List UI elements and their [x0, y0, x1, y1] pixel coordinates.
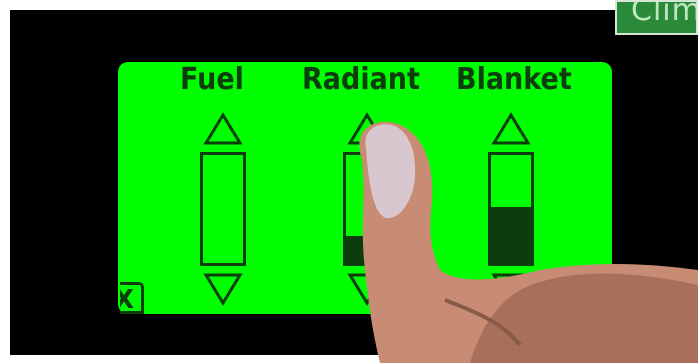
radiant-label: Radiant [302, 62, 420, 97]
photo-frame: Clim Fuel Radiant Blanket [0, 0, 698, 363]
blanket-level-fill [491, 206, 531, 263]
climate-button-label: Clim [631, 0, 698, 28]
radiant-down-arrow-icon[interactable] [347, 272, 387, 306]
climate-button[interactable]: Clim [615, 0, 698, 35]
fuel-up-arrow-icon[interactable] [203, 112, 243, 146]
blanket-up-arrow-icon[interactable] [491, 112, 531, 146]
back-button-label: X [120, 285, 134, 311]
fuel-level-bar [200, 152, 246, 266]
blanket-level-bar [488, 152, 534, 266]
radiant-level-fill [346, 236, 386, 263]
blanket-label: Blanket [456, 62, 572, 97]
blanket-down-arrow-icon[interactable] [491, 272, 531, 306]
fuel-down-arrow-icon[interactable] [203, 272, 243, 306]
control-panel: Fuel Radiant Blanket [118, 62, 612, 314]
radiant-level-bar [343, 152, 389, 266]
fuel-label: Fuel [180, 62, 244, 97]
radiant-up-arrow-icon[interactable] [347, 112, 387, 146]
back-button[interactable]: X [120, 282, 144, 314]
